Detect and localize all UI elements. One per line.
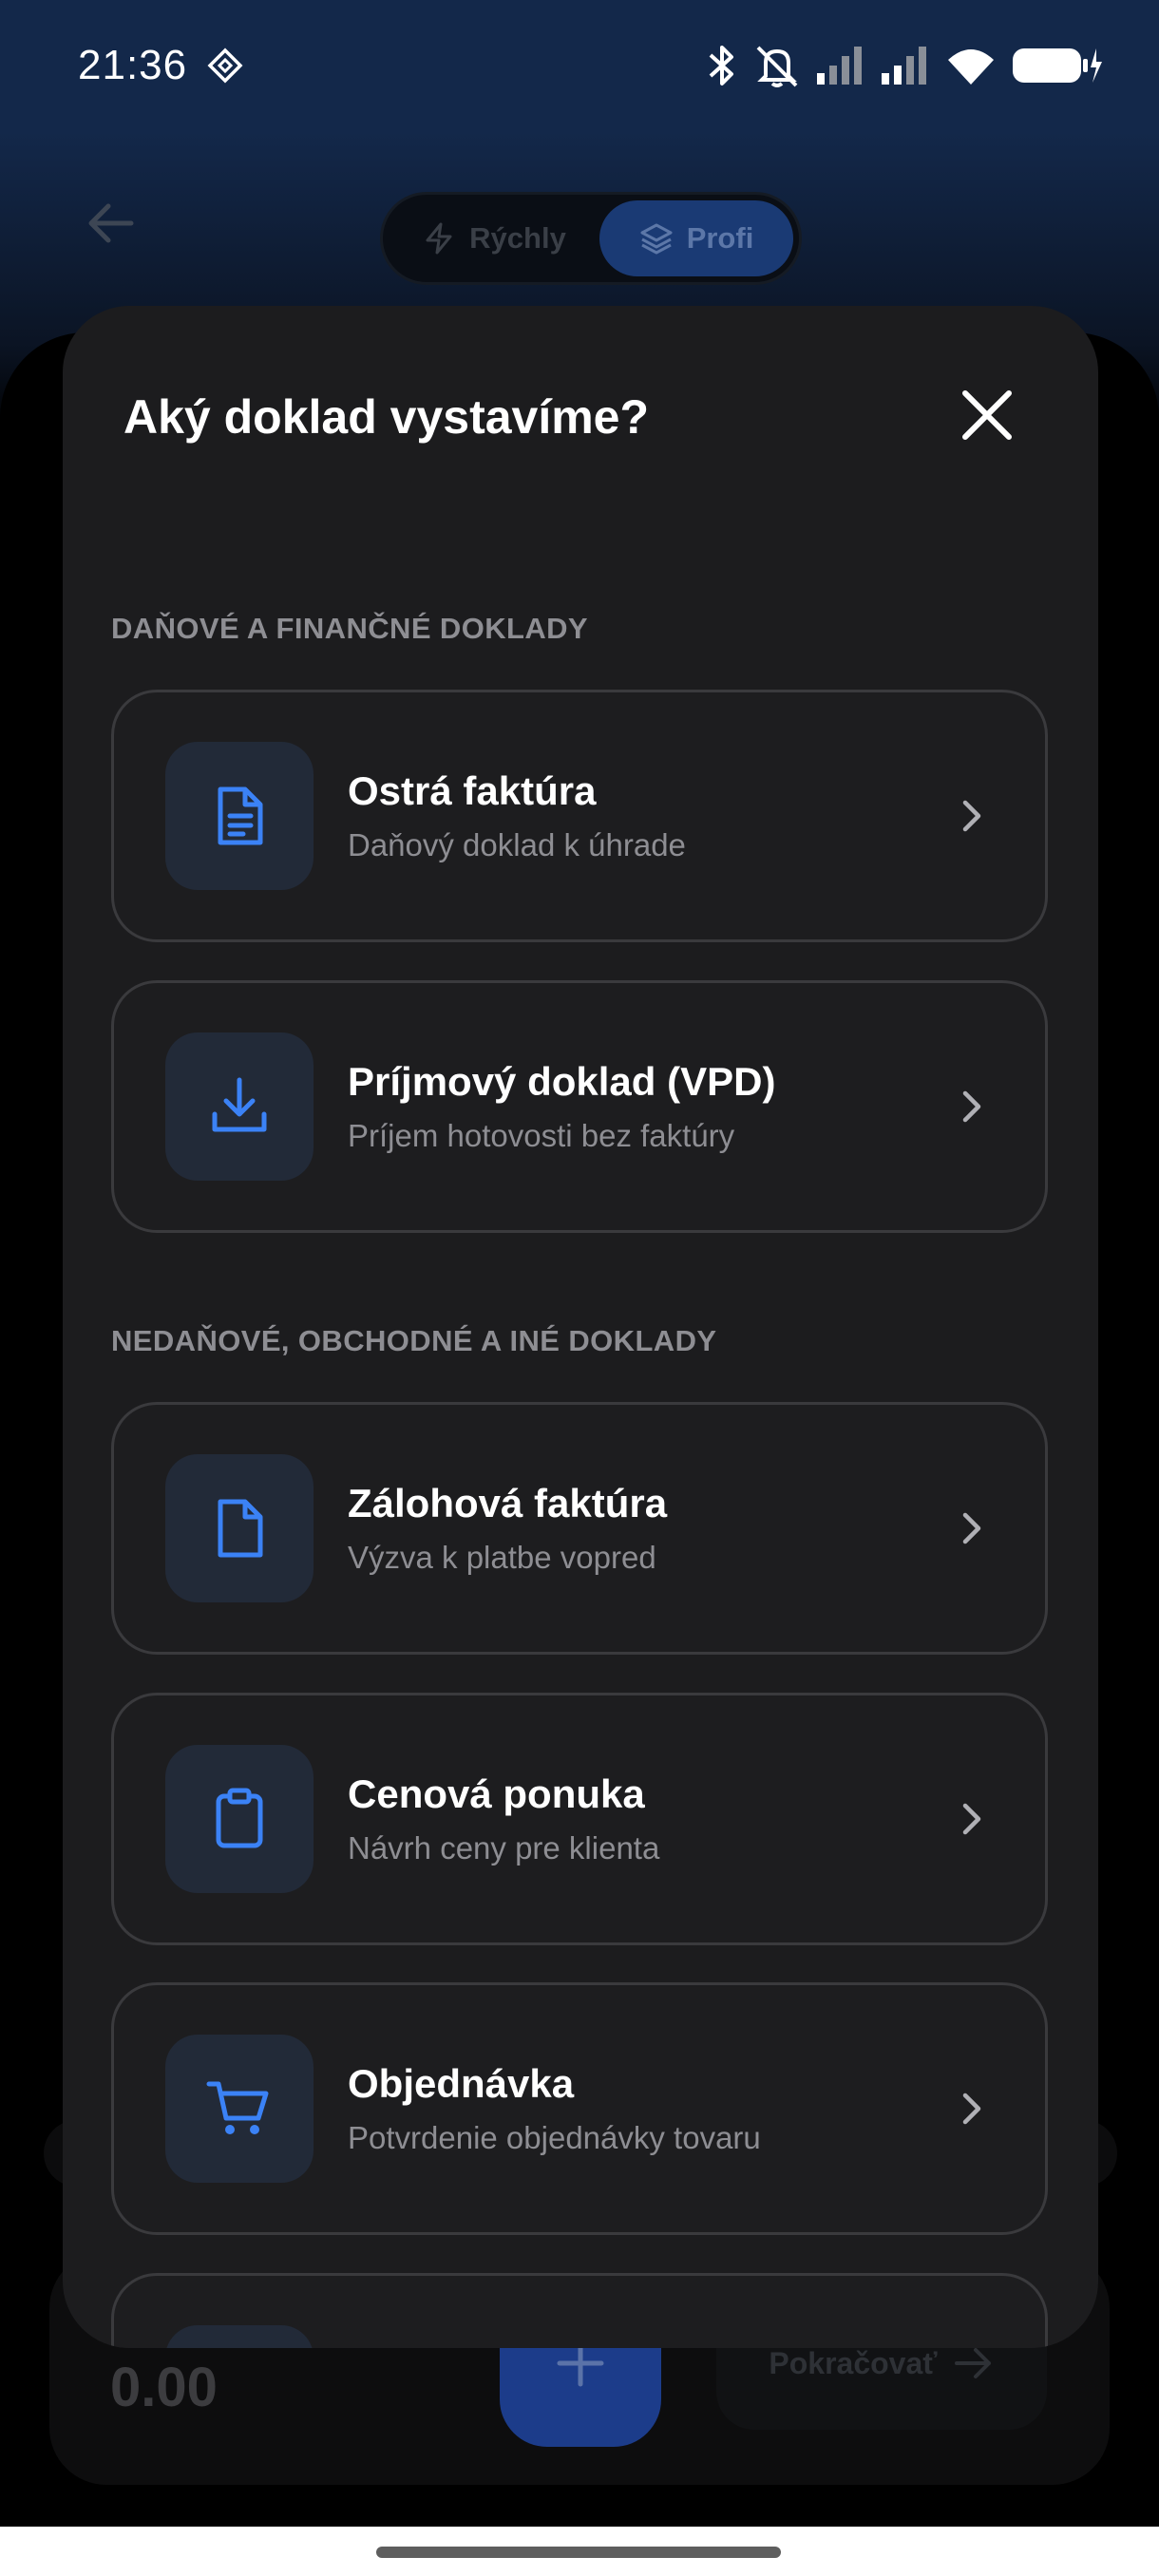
lightning-icon	[426, 222, 452, 255]
section-label-tax-documents: DAŇOVÉ A FINANČNÉ DOKLADY	[111, 612, 588, 645]
doc-option-more[interactable]	[111, 2273, 1048, 2348]
continue-label: Pokračovať	[769, 2345, 938, 2380]
mute-bell-icon	[756, 46, 798, 87]
doc-option-invoice[interactable]: Ostrá faktúra Daňový doklad k úhrade	[111, 690, 1048, 942]
doc-option-proforma-invoice[interactable]: Zálohová faktúra Výzva k platbe vopred	[111, 1402, 1048, 1655]
file-icon	[218, 1499, 263, 1558]
chevron-right-icon	[962, 1512, 981, 1544]
icon-box	[165, 1032, 314, 1181]
status-icons	[705, 38, 1102, 93]
arrow-right-icon	[954, 2348, 991, 2378]
doc-option-title: Cenová ponuka	[348, 1771, 645, 1816]
document-type-modal: Aký doklad vystavíme? DAŇOVÉ A FINANČNÉ …	[63, 306, 1098, 2348]
doc-option-cash-receipt[interactable]: Príjmový doklad (VPD) Príjem hotovosti b…	[111, 980, 1048, 1233]
signal-2-icon	[882, 47, 926, 85]
download-icon	[212, 1077, 267, 1132]
mode-quick-label: Rýchly	[469, 221, 566, 255]
modal-title: Aký doklad vystavíme?	[124, 390, 650, 444]
doc-option-subtitle: Daňový doklad k úhrade	[348, 827, 686, 862]
doc-option-title: Príjmový doklad (VPD)	[348, 1059, 776, 1104]
mode-profi-label: Profi	[686, 221, 754, 255]
close-icon[interactable]	[956, 384, 1018, 446]
doc-option-order[interactable]: Objednávka Potvrdenie objednávky tovaru	[111, 1982, 1048, 2235]
icon-box	[165, 742, 314, 890]
battery-charging-icon	[1013, 48, 1102, 83]
wifi-icon	[948, 49, 994, 85]
file-text-icon	[218, 786, 263, 845]
clipboard-icon	[216, 1788, 263, 1848]
icon-box	[165, 1454, 314, 1602]
status-time: 21:36	[78, 42, 188, 88]
doc-option-subtitle: Návrh ceny pre klienta	[348, 1830, 660, 1866]
signal-1-icon	[817, 47, 862, 85]
mode-quick-button[interactable]: Rýchly	[389, 200, 599, 276]
doc-option-subtitle: Potvrdenie objednávky tovaru	[348, 2120, 761, 2155]
mode-toggle[interactable]: Rýchly Profi	[380, 192, 802, 285]
back-arrow-icon[interactable]	[82, 195, 139, 252]
icon-box	[165, 1745, 314, 1893]
doc-option-subtitle: Príjem hotovosti bez faktúry	[348, 1118, 735, 1153]
section-label-non-tax-documents: NEDAŇOVÉ, OBCHODNÉ A INÉ DOKLADY	[111, 1324, 717, 1357]
status-bar: 21:36	[0, 0, 1159, 131]
shopping-cart-icon	[206, 2081, 269, 2134]
bluetooth-icon	[709, 46, 733, 85]
chevron-right-icon	[962, 1803, 981, 1835]
icon-box	[165, 2035, 314, 2183]
chevron-right-icon	[962, 1090, 981, 1123]
doc-option-title: Ostrá faktúra	[348, 768, 597, 813]
doc-option-subtitle: Výzva k platbe vopred	[348, 1540, 656, 1575]
layers-icon	[640, 223, 673, 255]
nfc-tag-icon	[207, 47, 243, 84]
chevron-right-icon	[962, 2093, 981, 2125]
icon-box	[165, 2325, 314, 2348]
mode-profi-button[interactable]: Profi	[599, 200, 793, 276]
chevron-right-icon	[962, 800, 981, 832]
total-amount: 0.00	[110, 2357, 218, 2418]
doc-option-price-quote[interactable]: Cenová ponuka Návrh ceny pre klienta	[111, 1693, 1048, 1945]
doc-option-title: Zálohová faktúra	[348, 1481, 668, 1525]
home-gesture-handle[interactable]	[376, 2547, 781, 2558]
doc-option-title: Objednávka	[348, 2061, 575, 2106]
